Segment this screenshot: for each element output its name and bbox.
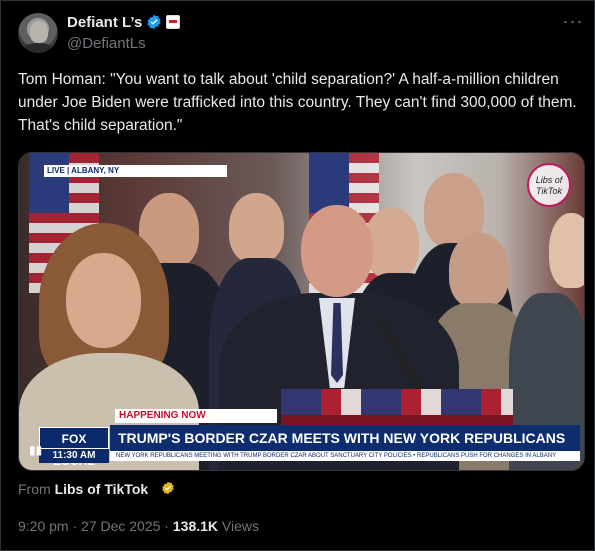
- chyron-time: 11:30 AM: [39, 449, 109, 463]
- more-icon[interactable]: ···: [561, 11, 585, 31]
- attribution: From Libs of TikTok: [18, 481, 148, 497]
- happening-now-banner: HAPPENING NOW: [115, 409, 277, 423]
- flag-canton-center: [309, 153, 349, 213]
- gold-badge-icon: [162, 481, 174, 495]
- author-handle[interactable]: @DefiantLs: [67, 35, 146, 52]
- views-count: 138.1K: [172, 518, 219, 534]
- affiliate-badge-icon: [166, 15, 180, 29]
- video-media[interactable]: LIVE | ALBANY, NY Libs of TikTok HAPPENI…: [18, 152, 585, 471]
- attribution-prefix: From: [18, 481, 51, 497]
- avatar[interactable]: [18, 13, 58, 53]
- avatar-shirt: [22, 43, 54, 53]
- timestamp[interactable]: 9:20 pm · 27 Dec 2025 ·: [18, 518, 173, 534]
- views-label: Views: [218, 518, 260, 534]
- live-location-tag: LIVE | ALBANY, NY: [44, 165, 227, 177]
- network-logo: FOX LOCAL: [39, 427, 109, 468]
- author-name[interactable]: Defiant L’s: [67, 14, 142, 31]
- person-bg-6: [549, 213, 584, 288]
- flag-canton-left: [29, 153, 69, 213]
- avatar-face: [30, 21, 48, 43]
- tweet-text: Tom Homan: "You want to talk about 'chil…: [18, 71, 577, 134]
- chyron-headline: TRUMP'S BORDER CZAR MEETS WITH NEW YORK …: [110, 425, 580, 451]
- verified-badge-icon: [147, 14, 161, 30]
- chyron-ticker: NEW YORK REPUBLICANS MEETING WITH TRUMP …: [110, 451, 580, 461]
- woman-face: [66, 253, 141, 348]
- play-icon[interactable]: ▮▮: [29, 443, 43, 461]
- tweet: Defiant L’s @DefiantLs ··· Tom Homan: "Y…: [0, 0, 595, 551]
- watermark-logo: Libs of TikTok: [527, 163, 571, 207]
- speaker-face: [301, 205, 373, 297]
- attribution-source-link[interactable]: Libs of TikTok: [55, 481, 149, 497]
- person-bg-5: [449, 233, 509, 308]
- person-bg-2: [229, 193, 284, 263]
- podium-flag: [281, 389, 513, 415]
- tweet-meta: 9:20 pm · 27 Dec 2025 · 138.1K Views: [18, 518, 259, 534]
